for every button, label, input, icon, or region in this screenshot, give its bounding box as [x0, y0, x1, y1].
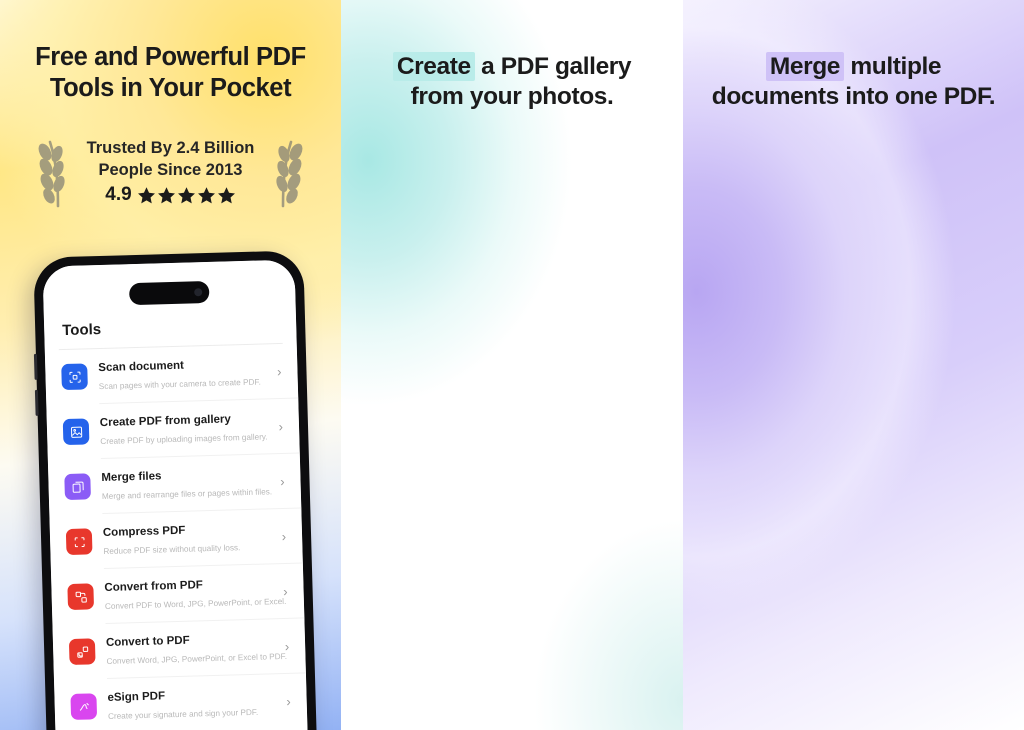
tool-description: Reduce PDF size without quality loss.	[103, 543, 241, 557]
panel-2-headline: Create a PDF gallery from your photos.	[341, 52, 683, 112]
chevron-right-icon: ›	[278, 418, 284, 434]
panel-merge: Merge multiple documents into one PDF. ‹…	[683, 0, 1024, 730]
tool-item-merge-files[interactable]: Merge files Merge and rearrange files or…	[48, 453, 301, 514]
merge-icon	[64, 473, 91, 501]
star-icon	[157, 187, 175, 204]
tool-description: Merge and rearrange files or pages withi…	[101, 487, 273, 502]
tool-label: eSign PDF	[107, 690, 166, 704]
headline-highlight: Merge	[765, 52, 845, 81]
headline-line-1: Free and Powerful PDF	[35, 43, 306, 71]
convert-to-icon	[68, 638, 96, 666]
panel-1-headline: Free and Powerful PDF Tools in Your Pock…	[0, 42, 341, 104]
chevron-right-icon: ›	[276, 363, 282, 379]
tool-item-esign-pdf[interactable]: eSign PDF Create your signature and sign…	[54, 673, 307, 730]
tool-label: Create PDF from gallery	[99, 413, 231, 430]
tool-item-compress-pdf[interactable]: Compress PDF Reduce PDF size without qua…	[49, 508, 302, 569]
headline-line-1: Create a PDF gallery	[355, 52, 669, 82]
trust-badge: Trusted By 2.4 Billion People Since 2013…	[0, 136, 341, 208]
tool-description: Convert Word, JPG, PowerPoint, or Excel …	[106, 651, 288, 666]
esign-icon	[70, 693, 98, 720]
volume-up-button[interactable]	[33, 353, 38, 380]
panel-gallery: Create a PDF gallery from your photos. ‹…	[341, 0, 683, 730]
chevron-right-icon: ›	[286, 693, 291, 709]
laurel-left-icon	[38, 140, 65, 208]
panel-tools: Free and Powerful PDF Tools in Your Pock…	[0, 0, 341, 730]
phone-screen-tools: Tools Scan document Scan pages with your…	[42, 259, 308, 730]
tool-label: Convert from PDF	[104, 579, 203, 595]
star-rating	[137, 186, 236, 205]
volume-down-button[interactable]	[34, 389, 39, 416]
tool-item-convert-to-pdf[interactable]: Convert to PDF Convert Word, JPG, PowerP…	[52, 618, 305, 679]
trust-line-2: People Since 2013	[98, 160, 243, 179]
tool-item-scan-document[interactable]: Scan document Scan pages with your camer…	[45, 344, 298, 405]
headline-line-1: Merge multiple	[693, 52, 1014, 82]
compress-icon	[65, 528, 93, 556]
tool-description: Create PDF by uploading images from gall…	[100, 432, 268, 447]
tool-description: Scan pages with your camera to create PD…	[98, 377, 261, 392]
headline-rest: a PDF gallery	[474, 53, 632, 80]
laurel-right-icon	[276, 140, 303, 208]
front-camera-icon	[194, 288, 203, 297]
phone-mockup-tools: Tools Scan document Scan pages with your…	[33, 250, 317, 730]
star-icon	[137, 187, 155, 204]
trust-line-1: Trusted By 2.4 Billion	[86, 138, 255, 157]
scan-icon	[61, 363, 88, 391]
headline-line-2: documents into one PDF.	[711, 82, 996, 110]
chevron-right-icon: ›	[279, 473, 285, 489]
tools-screen: Tools Scan document Scan pages with your…	[42, 259, 308, 730]
star-icon	[177, 187, 195, 204]
headline-rest: multiple	[844, 53, 942, 80]
star-icon	[197, 187, 215, 204]
tool-label: Scan document	[98, 359, 185, 375]
tool-description: Convert PDF to Word, JPG, PowerPoint, or…	[104, 596, 287, 611]
chevron-right-icon: ›	[281, 528, 287, 544]
dynamic-island	[128, 280, 210, 306]
headline-highlight: Create	[392, 52, 475, 81]
tool-item-create-pdf-from-gallery[interactable]: Create PDF from gallery Create PDF by up…	[46, 399, 299, 460]
tool-label: Convert to PDF	[105, 634, 190, 649]
panel-3-headline: Merge multiple documents into one PDF.	[683, 52, 1024, 112]
rating-row: 4.9	[87, 184, 255, 206]
star-icon	[217, 187, 235, 204]
tool-label: Compress PDF	[102, 524, 186, 540]
convert-from-icon	[67, 583, 95, 611]
trust-text: Trusted By 2.4 Billion People Since 2013…	[87, 138, 255, 207]
headline-line-2: from your photos.	[410, 82, 614, 110]
gallery-icon	[62, 418, 90, 446]
app-store-screenshot-set: Free and Powerful PDF Tools in Your Pock…	[0, 0, 1024, 730]
tool-description: Create your signature and sign your PDF.	[107, 707, 259, 721]
tool-item-convert-from-pdf[interactable]: Convert from PDF Convert PDF to Word, JP…	[51, 563, 304, 624]
chevron-right-icon: ›	[284, 638, 290, 654]
chevron-right-icon: ›	[283, 583, 288, 599]
headline-line-2: Tools in Your Pocket	[49, 74, 292, 103]
tool-label: Merge files	[101, 470, 162, 485]
rating-value: 4.9	[105, 184, 132, 206]
